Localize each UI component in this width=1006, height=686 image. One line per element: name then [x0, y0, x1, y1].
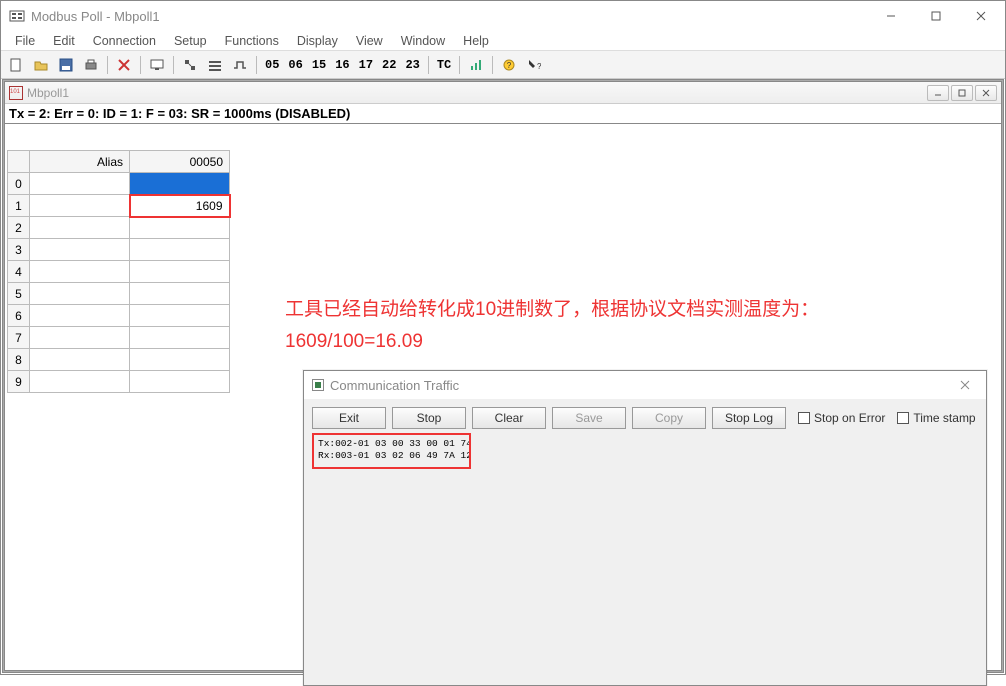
menubar: File Edit Connection Setup Functions Dis… — [1, 31, 1005, 51]
table-row: 9 — [8, 371, 230, 393]
menu-file[interactable]: File — [7, 32, 43, 50]
time-stamp-checkbox[interactable]: Time stamp — [897, 411, 975, 425]
menu-connection[interactable]: Connection — [85, 32, 164, 50]
chart-icon[interactable] — [465, 54, 487, 76]
svg-text:?: ? — [537, 62, 541, 71]
new-icon[interactable] — [5, 54, 27, 76]
func-05[interactable]: 05 — [262, 58, 282, 72]
table-row: 11609 — [8, 195, 230, 217]
table-row: 3 — [8, 239, 230, 261]
child-title: Mbpoll1 — [27, 86, 927, 100]
stoplog-button[interactable]: Stop Log — [712, 407, 786, 429]
open-icon[interactable] — [30, 54, 52, 76]
svg-text:?: ? — [507, 61, 512, 70]
whatsthis-icon[interactable]: ? — [523, 54, 545, 76]
menu-edit[interactable]: Edit — [45, 32, 83, 50]
maximize-button[interactable] — [913, 2, 958, 30]
pulse-icon[interactable] — [229, 54, 251, 76]
print-icon[interactable] — [80, 54, 102, 76]
stop-on-error-checkbox[interactable]: Stop on Error — [798, 411, 885, 425]
func-22[interactable]: 22 — [379, 58, 399, 72]
func-16[interactable]: 16 — [332, 58, 352, 72]
main-title: Modbus Poll - Mbpoll1 — [31, 9, 868, 24]
comm-traffic-dialog: Communication Traffic Exit Stop Clear Sa… — [303, 370, 987, 686]
dialog-icon — [312, 379, 324, 391]
close-button[interactable] — [958, 2, 1003, 30]
table-row: 2 — [8, 217, 230, 239]
table-row: 4 — [8, 261, 230, 283]
toolbar: 05 06 15 16 17 22 23 TC ? ? — [1, 51, 1005, 79]
child-minimize-button[interactable] — [927, 85, 949, 101]
child-maximize-button[interactable] — [951, 85, 973, 101]
corner-cell — [8, 151, 30, 173]
clear-button[interactable]: Clear — [472, 407, 546, 429]
save-icon[interactable] — [55, 54, 77, 76]
child-icon — [9, 86, 23, 100]
register-table: Alias 00050 0 11609 2 3 4 5 6 7 8 9 — [7, 150, 231, 393]
table-row: 8 — [8, 349, 230, 371]
app-icon — [9, 8, 25, 24]
menu-view[interactable]: View — [348, 32, 391, 50]
menu-setup[interactable]: Setup — [166, 32, 215, 50]
menu-display[interactable]: Display — [289, 32, 346, 50]
mdi-client: Mbpoll1 Tx = 2: Err = 0: ID = 1: F = 03:… — [2, 79, 1004, 673]
traffic-log: Tx:002-01 03 00 33 00 01 74 05 Rx:003-01… — [312, 433, 471, 469]
child-window: Mbpoll1 Tx = 2: Err = 0: ID = 1: F = 03:… — [4, 81, 1002, 671]
dialog-close-button[interactable] — [952, 380, 978, 390]
checkbox-icon — [798, 412, 810, 424]
table-row: 5 — [8, 283, 230, 305]
child-close-button[interactable] — [975, 85, 997, 101]
menu-functions[interactable]: Functions — [217, 32, 287, 50]
checkbox-icon — [897, 412, 909, 424]
col-value[interactable]: 00050 — [130, 151, 230, 173]
child-titlebar: Mbpoll1 — [5, 82, 1001, 104]
dialog-titlebar: Communication Traffic — [304, 371, 986, 399]
annotation-text: 工具已经自动给转化成10进制数了，根据协议文档实测温度为： 1609/100=1… — [285, 294, 819, 359]
main-titlebar: Modbus Poll - Mbpoll1 — [1, 1, 1005, 31]
menu-window[interactable]: Window — [393, 32, 453, 50]
exit-button[interactable]: Exit — [312, 407, 386, 429]
func-17[interactable]: 17 — [356, 58, 376, 72]
highlighted-value[interactable]: 1609 — [130, 195, 230, 217]
monitor-icon[interactable] — [146, 54, 168, 76]
connect-icon[interactable] — [179, 54, 201, 76]
copy-button[interactable]: Copy — [632, 407, 706, 429]
settings-icon[interactable] — [204, 54, 226, 76]
func-23[interactable]: 23 — [402, 58, 422, 72]
menu-help[interactable]: Help — [455, 32, 497, 50]
table-row: 6 — [8, 305, 230, 327]
help-icon[interactable]: ? — [498, 54, 520, 76]
func-tc[interactable]: TC — [434, 58, 454, 72]
save-button[interactable]: Save — [552, 407, 626, 429]
func-06[interactable]: 06 — [285, 58, 305, 72]
func-15[interactable]: 15 — [309, 58, 329, 72]
dialog-title: Communication Traffic — [330, 378, 952, 393]
col-alias[interactable]: Alias — [30, 151, 130, 173]
minimize-button[interactable] — [868, 2, 913, 30]
delete-icon[interactable] — [113, 54, 135, 76]
status-line: Tx = 2: Err = 0: ID = 1: F = 03: SR = 10… — [5, 104, 1001, 124]
stop-button[interactable]: Stop — [392, 407, 466, 429]
table-row: 7 — [8, 327, 230, 349]
table-row: 0 — [8, 173, 230, 195]
